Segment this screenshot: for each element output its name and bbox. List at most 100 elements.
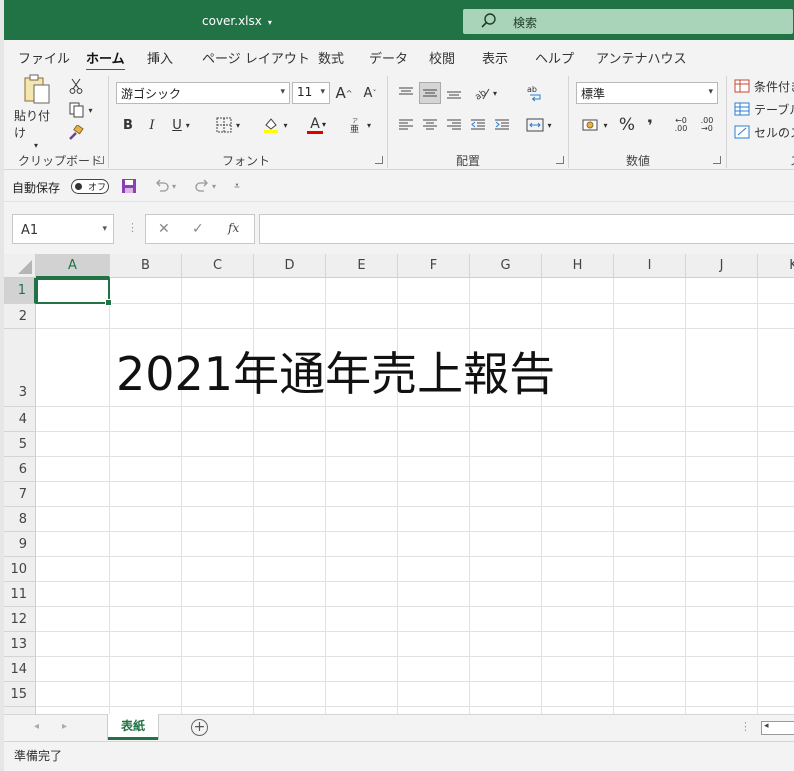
column-header-b[interactable]: B (110, 254, 182, 278)
tab-antenna-house[interactable]: アンテナハウス (596, 48, 686, 67)
select-all-button[interactable] (4, 254, 36, 278)
underline-button[interactable]: U ▾ (167, 114, 195, 136)
row-header-12[interactable]: 12 (4, 607, 36, 632)
scroll-left-icon[interactable]: ◂ (764, 721, 769, 731)
cancel-icon[interactable]: ✕ (158, 221, 170, 237)
row-header-8[interactable]: 8 (4, 507, 36, 532)
sheet-tab-cover[interactable]: 表紙 (108, 714, 158, 740)
comma-style-button[interactable]: ❜ (642, 114, 658, 136)
row-header-6[interactable]: 6 (4, 457, 36, 482)
alignment-launcher-icon[interactable] (556, 156, 564, 164)
cut-button[interactable] (66, 76, 86, 96)
row-header-10[interactable]: 10 (4, 557, 36, 582)
gridline (109, 278, 110, 714)
row-header-4[interactable]: 4 (4, 407, 36, 432)
tab-file[interactable]: ファイル (18, 48, 70, 67)
row-header-11[interactable]: 11 (4, 582, 36, 607)
enter-icon[interactable]: ✓ (192, 221, 204, 237)
tab-review[interactable]: 校閲 (429, 48, 455, 67)
insert-function-icon[interactable]: fx (228, 221, 239, 235)
align-bottom-button[interactable] (444, 82, 464, 104)
font-size-select[interactable]: 11 ▾ (292, 82, 330, 104)
italic-button[interactable]: I (144, 114, 160, 136)
copy-button[interactable]: ▾ (64, 100, 98, 120)
bold-button[interactable]: B (120, 114, 136, 136)
row-header-3[interactable]: 3 (4, 329, 36, 407)
tab-home[interactable]: ホーム (86, 48, 125, 72)
align-top-button[interactable] (396, 82, 416, 104)
decrease-decimal-button[interactable]: .00 →0 (696, 114, 718, 136)
tab-view[interactable]: 表示 (482, 48, 508, 67)
customize-qat-button[interactable]: ⩡ (230, 177, 244, 195)
tab-page-layout[interactable]: ページ レイアウト (202, 48, 310, 67)
column-header-e[interactable]: E (326, 254, 398, 278)
column-header-f[interactable]: F (398, 254, 470, 278)
column-header-d[interactable]: D (254, 254, 326, 278)
tab-splitter-icon[interactable]: ⋮ (740, 720, 751, 733)
row-header-9[interactable]: 9 (4, 532, 36, 557)
borders-button[interactable]: ▾ (210, 114, 246, 136)
phonetic-button[interactable]: ア亜 ▾ (344, 114, 376, 136)
orientation-button[interactable]: ab ▾ (468, 82, 502, 104)
column-header-h[interactable]: H (542, 254, 614, 278)
font-launcher-icon[interactable] (375, 156, 383, 164)
tab-insert[interactable]: 挿入 (147, 48, 173, 67)
formula-input[interactable] (259, 214, 794, 244)
worksheet-grid[interactable]: A B C D E F G H I J K 1 2 3 4 5 6 7 8 9 … (4, 254, 794, 714)
row-header-1[interactable]: 1 (4, 278, 36, 304)
active-cell-a1[interactable] (36, 278, 112, 306)
align-right-button[interactable] (444, 114, 464, 136)
row-header-14[interactable]: 14 (4, 657, 36, 682)
decrease-indent-button[interactable] (468, 114, 488, 136)
add-sheet-button[interactable]: + (191, 719, 208, 736)
align-center-button[interactable] (420, 114, 440, 136)
wrap-text-button[interactable]: ab (524, 82, 546, 104)
cell-styles-button[interactable]: セルのスタ (734, 122, 794, 142)
horizontal-scrollbar[interactable]: ◂ (761, 721, 794, 735)
number-launcher-icon[interactable] (713, 156, 721, 164)
column-header-k[interactable]: K (758, 254, 794, 278)
cell-b3-title[interactable]: 2021年通年売上報告 (116, 338, 555, 404)
file-name[interactable]: cover.xlsx ▾ (202, 14, 272, 28)
merge-center-button[interactable]: ▾ (522, 114, 556, 136)
autosave-toggle[interactable]: オフ (71, 179, 109, 194)
tab-help[interactable]: ヘルプ (535, 48, 574, 67)
increase-indent-button[interactable] (492, 114, 512, 136)
column-header-i[interactable]: I (614, 254, 686, 278)
row-header-2[interactable]: 2 (4, 304, 36, 329)
number-format-select[interactable]: 標準 ▾ (576, 82, 718, 104)
column-header-c[interactable]: C (182, 254, 254, 278)
column-header-a[interactable]: A (36, 254, 110, 278)
tab-formulas[interactable]: 数式 (318, 48, 344, 67)
prev-sheet-icon[interactable]: ◂ (34, 721, 39, 732)
increase-decimal-button[interactable]: ←0.00 (670, 114, 692, 136)
shrink-font-button[interactable]: Aˇ (360, 82, 380, 104)
row-header-13[interactable]: 13 (4, 632, 36, 657)
align-middle-button[interactable] (419, 82, 441, 104)
clipboard-launcher-icon[interactable] (96, 156, 104, 164)
font-color-button[interactable]: A (298, 114, 332, 136)
search-box[interactable]: 検索 (463, 9, 793, 34)
paste-button[interactable]: 貼り付け ▾ (14, 74, 58, 150)
resize-handle-icon[interactable]: ⋮ (127, 221, 138, 234)
row-header-5[interactable]: 5 (4, 432, 36, 457)
column-header-g[interactable]: G (470, 254, 542, 278)
name-box[interactable]: A1 ▾ (12, 214, 114, 244)
percent-button[interactable]: % (616, 114, 638, 136)
align-left-button[interactable] (396, 114, 416, 136)
font-name-select[interactable]: 游ゴシック ▾ (116, 82, 290, 104)
fill-color-button[interactable]: ▾ (258, 114, 292, 136)
row-header-15[interactable]: 15 (4, 682, 36, 707)
grow-font-button[interactable]: A ^ (334, 82, 354, 104)
save-button[interactable] (120, 177, 138, 195)
tab-data[interactable]: データ (369, 48, 408, 67)
accounting-format-button[interactable]: ▾ (578, 114, 612, 136)
conditional-formatting-button[interactable]: 条件付き (734, 76, 794, 96)
row-header-7[interactable]: 7 (4, 482, 36, 507)
next-sheet-icon[interactable]: ▸ (62, 721, 67, 732)
redo-button[interactable]: ▾ (190, 177, 220, 195)
format-as-table-button[interactable]: テーブルと (734, 99, 794, 119)
undo-button[interactable]: ▾ (150, 177, 180, 195)
format-painter-button[interactable] (66, 123, 86, 143)
column-header-j[interactable]: J (686, 254, 758, 278)
